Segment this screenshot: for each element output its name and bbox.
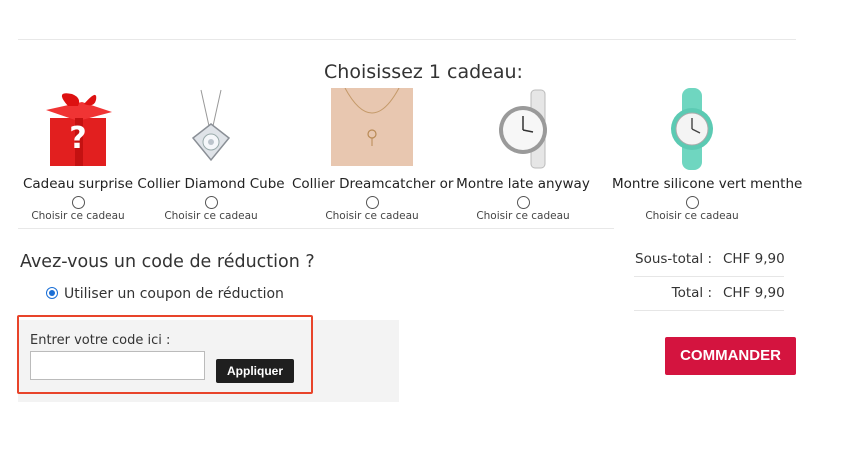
coupon-option[interactable]: Utiliser un coupon de réduction — [46, 286, 284, 302]
gift-option-mint-watch[interactable]: Montre silicone vert menthe Choisir ce c… — [612, 88, 802, 222]
gift-choose-label[interactable]: Choisir ce cadeau — [443, 210, 603, 222]
apply-coupon-button[interactable]: Appliquer — [216, 359, 294, 383]
order-button[interactable]: COMMANDER — [665, 337, 796, 375]
diamond-cube-necklace-icon — [171, 88, 251, 170]
subtotal-value: CHF 9,90 — [723, 251, 785, 267]
total-label: Total : — [671, 285, 712, 301]
white-watch-icon — [483, 88, 563, 170]
top-divider — [18, 39, 796, 40]
coupon-option-label[interactable]: Utiliser un coupon de réduction — [64, 286, 284, 302]
coupon-radio[interactable] — [46, 287, 58, 299]
gift-choose-label[interactable]: Choisir ce cadeau — [131, 210, 291, 222]
gift-name: Montre late anyway — [456, 176, 590, 192]
subtotal-label: Sous-total : — [635, 251, 712, 267]
svg-text:?: ? — [69, 121, 86, 156]
gift-option-diamond-cube[interactable]: Collier Diamond Cube Choisir ce cadeau — [131, 88, 291, 222]
gift-choose-label[interactable]: Choisir ce cadeau — [292, 210, 452, 222]
gift-divider — [18, 228, 614, 229]
gift-name: Collier Dreamcatcher or — [292, 176, 454, 192]
order-totals: Sous-total : CHF 9,90 Total : CHF 9,90 — [634, 243, 785, 311]
mint-watch-icon — [652, 88, 732, 170]
coupon-code-input[interactable] — [30, 351, 205, 380]
total-value: CHF 9,90 — [723, 285, 785, 301]
gift-radio[interactable] — [517, 196, 530, 209]
gift-radio[interactable] — [366, 196, 379, 209]
gift-radio[interactable] — [205, 196, 218, 209]
gift-choose-label[interactable]: Choisir ce cadeau — [612, 210, 772, 222]
surprise-gift-box-icon: ? — [38, 88, 118, 170]
coupon-title: Avez-vous un code de réduction ? — [20, 252, 315, 272]
gift-option-dreamcatcher[interactable]: Collier Dreamcatcher or Choisir ce cadea… — [292, 87, 453, 222]
gift-radio[interactable] — [72, 196, 85, 209]
gift-title: Choisissez 1 cadeau: — [324, 61, 523, 83]
dreamcatcher-necklace-icon — [331, 87, 413, 170]
gift-radio[interactable] — [686, 196, 699, 209]
total-row: Total : CHF 9,90 — [634, 277, 785, 311]
gift-name: Montre silicone vert menthe — [612, 176, 803, 192]
gift-option-late-anyway[interactable]: Montre late anyway Choisir ce cadeau — [443, 88, 603, 222]
gift-name: Collier Diamond Cube — [137, 176, 285, 192]
subtotal-row: Sous-total : CHF 9,90 — [634, 243, 785, 277]
coupon-code-label: Entrer votre code ici : — [30, 333, 171, 348]
